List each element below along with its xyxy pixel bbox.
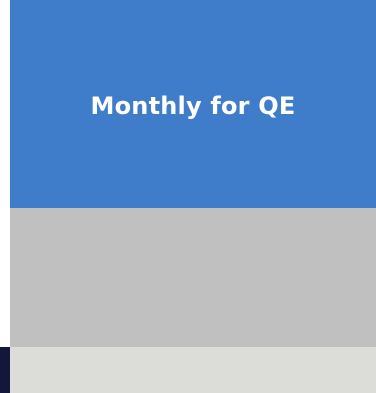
left-edge-strip: [0, 347, 10, 393]
report-card[interactable]: Monthly for QE: [10, 0, 376, 393]
page: Monthly for QE: [0, 0, 376, 393]
card-footer: [10, 347, 376, 393]
card-header[interactable]: Monthly for QE: [10, 0, 376, 208]
card-title: Monthly for QE: [90, 92, 296, 120]
card-body: [10, 208, 376, 347]
